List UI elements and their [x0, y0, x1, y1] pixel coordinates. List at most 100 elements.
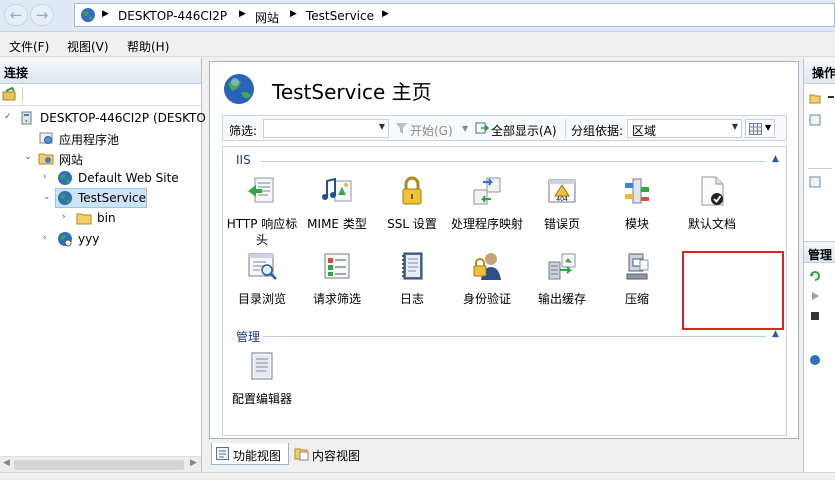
chevron-down-icon[interactable]: ✓ [4, 112, 12, 122]
menu-view[interactable]: 视图(V) [67, 38, 109, 55]
browse-icon[interactable] [809, 354, 821, 366]
feature-error-pages[interactable]: 404 错误页 [524, 175, 600, 232]
chevron-down-icon[interactable]: ⌄ [24, 152, 32, 162]
feature-http-headers[interactable]: HTTP 响应标头 [223, 175, 301, 248]
feature-modules[interactable]: 模块 [599, 175, 675, 232]
feature-default-document[interactable]: 默认文档 [674, 175, 750, 232]
globe-icon [81, 8, 95, 22]
view-mode-button[interactable]: ▼ [745, 119, 775, 138]
menu-help[interactable]: 帮助(H) [127, 38, 169, 55]
address-bar: ← → ▶ DESKTOP-446CI2P ▶ 网站 ▶ TestService… [0, 0, 835, 32]
connections-header: 连接 [0, 58, 201, 84]
filter-input[interactable]: ▼ [263, 119, 389, 138]
tree-label: TestService [78, 191, 146, 205]
feature-handler-mappings[interactable]: 处理程序映射 [449, 175, 525, 232]
modules-icon [625, 178, 649, 204]
feature-request-filtering[interactable]: 请求筛选 [299, 250, 375, 307]
show-all-button[interactable]: 全部显示(A) [491, 122, 557, 139]
scrollbar-thumb[interactable] [14, 460, 184, 470]
collapse-icon[interactable]: ▲ [772, 329, 779, 339]
app-pool-icon [39, 132, 53, 144]
feature-directory-browsing[interactable]: 目录浏览 [223, 250, 301, 307]
tree-item-sites[interactable]: ⌄ 网站 [0, 148, 202, 168]
dropdown-arrow-icon: ▼ [378, 122, 385, 131]
features-view-icon [216, 447, 229, 460]
group-divider [263, 336, 766, 337]
feature-label: 输出缓存 [537, 292, 586, 306]
edit-site-icon[interactable] [809, 176, 821, 188]
group-header-iis[interactable]: IIS [236, 153, 251, 167]
group-by-select[interactable]: 区域 ▼ [627, 119, 742, 138]
tree-label: Default Web Site [78, 171, 179, 185]
tree-item-yyy[interactable]: › yyy [0, 229, 202, 249]
compression-icon [626, 253, 649, 280]
feature-mime-types[interactable]: MIME 类型 [299, 175, 375, 232]
edit-permissions-icon[interactable] [809, 114, 821, 126]
tab-label: 内容视图 [312, 449, 361, 463]
collapse-icon[interactable]: ▲ [772, 154, 779, 164]
tree-item-app-pools[interactable]: 应用程序池 [0, 128, 202, 148]
explore-icon[interactable] [809, 92, 821, 104]
feature-output-caching[interactable]: 输出缓存 [524, 250, 600, 307]
horizontal-scrollbar[interactable]: ◀ ▶ [0, 456, 201, 472]
tab-content-view[interactable]: 内容视图 [291, 443, 367, 465]
feature-ssl-settings[interactable]: SSL 设置 [374, 175, 450, 232]
feature-label: 处理程序映射 [450, 217, 523, 231]
menu-bar: 文件(F) 视图(V) 帮助(H) [0, 33, 835, 57]
actions-header: 操作 [804, 58, 835, 84]
tab-features-view[interactable]: 功能视图 [211, 443, 289, 465]
connect-icon[interactable] [2, 87, 17, 102]
show-all-icon [475, 122, 489, 134]
group-by-label: 分组依据: [571, 124, 624, 138]
stop-icon[interactable] [809, 310, 821, 322]
tree-item-bin[interactable]: › bin [0, 208, 202, 228]
chevron-right-icon: ▶ [382, 9, 389, 19]
status-bar [0, 472, 835, 480]
feature-label: SSL 设置 [387, 217, 437, 231]
chevron-right-icon: ▶ [290, 9, 297, 19]
feature-label: MIME 类型 [307, 217, 367, 231]
tree-item-server[interactable]: ✓ DESKTOP-446CI2P (DESKTOP [0, 108, 213, 128]
feature-configuration-editor[interactable]: 配置编辑器 [223, 350, 301, 407]
actions-pane: 操作 管理 [803, 58, 835, 472]
connections-toolbar [0, 84, 201, 106]
breadcrumb[interactable]: ▶ DESKTOP-446CI2P ▶ 网站 ▶ TestService ▶ [74, 3, 835, 27]
directory-browsing-icon [248, 253, 277, 280]
feature-compression[interactable]: 压缩 [599, 250, 675, 307]
restart-icon[interactable] [809, 270, 821, 282]
chevron-down-icon[interactable]: ⌄ [43, 192, 51, 202]
tree-item-testservice[interactable]: TestService [55, 188, 147, 208]
globe-icon [58, 191, 72, 205]
start-button[interactable]: 开始(G) [410, 122, 453, 139]
chevron-right-icon[interactable]: › [43, 172, 47, 182]
back-button[interactable]: ← [4, 4, 28, 26]
manage-section-header[interactable]: 管理 [804, 241, 835, 263]
feature-authentication[interactable]: 身份验证 [449, 250, 525, 307]
section-divider [808, 168, 832, 169]
chevron-right-icon[interactable]: › [62, 212, 66, 222]
action-item[interactable] [828, 96, 834, 98]
globe-icon [58, 171, 72, 185]
default-document-icon [701, 176, 724, 206]
connections-pane: 连接 ✓ DESKTOP-446CI2P (DESKTOP 应用程序池 ⌄ 网站… [0, 58, 213, 472]
toolbar-divider [565, 119, 566, 138]
globe-icon [58, 232, 72, 247]
main-pane: TestService 主页 筛选: ▼ 开始(G) ▼ 全部显示(A) 分组依… [206, 58, 803, 472]
scroll-right-icon[interactable]: ▶ [190, 458, 197, 468]
grid-view-icon [749, 123, 762, 135]
page-title: TestService 主页 [272, 80, 432, 104]
start-icon[interactable] [809, 290, 821, 302]
breadcrumb-item-sites[interactable]: 网站 [255, 9, 279, 26]
feature-logging[interactable]: 日志 [374, 250, 450, 307]
scroll-left-icon[interactable]: ◀ [3, 458, 10, 468]
breadcrumb-item-site[interactable]: TestService [306, 9, 374, 23]
http-headers-icon [248, 177, 274, 203]
chevron-right-icon[interactable]: › [43, 233, 47, 243]
tree-label: bin [97, 211, 116, 225]
breadcrumb-item-server[interactable]: DESKTOP-446CI2P [118, 9, 227, 23]
start-dropdown-icon[interactable]: ▼ [462, 124, 468, 133]
forward-button[interactable]: → [30, 4, 54, 26]
tree-item-default-web-site[interactable]: › Default Web Site [0, 168, 202, 188]
group-header-management[interactable]: 管理 [236, 328, 260, 345]
menu-file[interactable]: 文件(F) [9, 38, 49, 55]
